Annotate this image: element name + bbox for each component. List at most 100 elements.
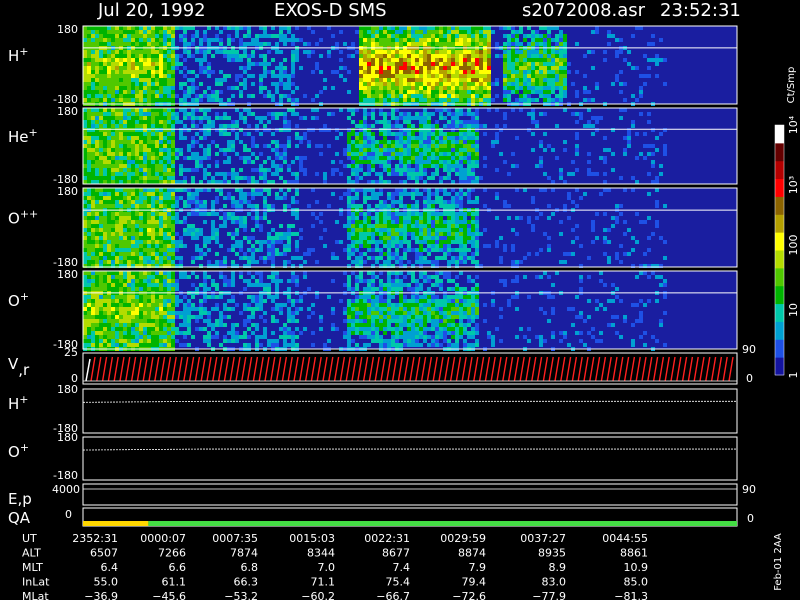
spectrogram-cell (375, 160, 379, 164)
spectrogram-cell (143, 50, 147, 54)
spectrogram-cell (115, 136, 119, 140)
spectrogram-cell (287, 38, 291, 42)
spectrogram-cell (483, 38, 487, 42)
spectrogram-cell (447, 140, 451, 144)
spectrogram-cell (423, 78, 427, 82)
spectrogram-cell (407, 42, 411, 46)
spectrogram-cell (471, 236, 475, 240)
spectrogram-cell (647, 42, 651, 46)
spectrogram-cell (451, 248, 455, 252)
spectrogram-cell (423, 94, 427, 98)
spectrogram-cell (515, 90, 519, 94)
spectrogram-cell (663, 82, 667, 86)
spectrogram-cell (87, 116, 91, 120)
spectrogram-cell (99, 224, 103, 228)
spectrogram-cell (371, 74, 375, 78)
spectrogram-cell (139, 42, 143, 46)
spectrogram-cell (271, 252, 275, 256)
spectrogram-cell (103, 152, 107, 156)
spectrogram-cell (459, 86, 463, 90)
spectrogram-cell (435, 244, 439, 248)
spectrogram-cell (83, 86, 87, 90)
spectrogram-cell (455, 212, 459, 216)
spectrogram-cell (103, 94, 107, 98)
spectrogram-cell (431, 98, 435, 102)
spectrogram-cell (447, 132, 451, 136)
spectrogram-cell (503, 34, 507, 38)
spectrogram-cell (123, 112, 127, 116)
spectrogram-cell (107, 42, 111, 46)
spectrogram-cell (207, 74, 211, 78)
spectrogram-cell (287, 120, 291, 124)
spectrogram-cell (95, 30, 99, 34)
spectrogram-cell (103, 128, 107, 132)
spectrogram-cell (119, 331, 123, 335)
spectrogram-cell (107, 26, 111, 30)
spectrogram-cell (167, 256, 171, 260)
spectrogram-cell (439, 160, 443, 164)
spectrogram-cell (615, 78, 619, 82)
spectrogram-cell (195, 34, 199, 38)
spectrogram-cell (127, 148, 131, 152)
spectrogram-cell (103, 224, 107, 228)
spectrogram-cell (191, 152, 195, 156)
spectrogram-cell (115, 66, 119, 70)
spectrogram-cell (247, 176, 251, 180)
spectrogram-cell (463, 70, 467, 74)
spectrogram-cell (659, 164, 663, 168)
spectrogram-cell (95, 212, 99, 216)
spectrogram-cell (295, 200, 299, 204)
spectrogram-cell (131, 116, 135, 120)
spectrogram-cell (167, 240, 171, 244)
spectrogram-cell (231, 204, 235, 208)
spectrogram-cell (227, 58, 231, 62)
spectrogram-cell (423, 220, 427, 224)
spectrogram-cell (283, 160, 287, 164)
spectrogram-cell (463, 260, 467, 264)
spectrogram-cell (243, 132, 247, 136)
spectrogram-cell (111, 82, 115, 86)
spectrogram-cell (159, 236, 163, 240)
spectrogram-cell (87, 248, 91, 252)
spectrogram-cell (403, 180, 407, 184)
spectrogram-cell (87, 58, 91, 62)
spectrogram-cell (287, 204, 291, 208)
spectrogram-cell (415, 136, 419, 140)
spectrogram-cell (515, 260, 519, 264)
spectrogram-cell (379, 66, 383, 70)
spectrogram-cell (543, 54, 547, 58)
spectrogram-cell (455, 26, 459, 30)
spectrogram-cell (555, 78, 559, 82)
spectrogram-cell (559, 90, 563, 94)
spectrogram-cell (519, 78, 523, 82)
spectrogram-cell (563, 54, 567, 58)
spectrogram-cell (547, 176, 551, 180)
spectrogram-cell (523, 86, 527, 90)
spectrogram-cell (119, 224, 123, 228)
spectrogram-cell (467, 172, 471, 176)
spectrogram-cell (551, 66, 555, 70)
spectrogram-cell (375, 148, 379, 152)
spectrogram-cell (511, 42, 515, 46)
spectrogram-cell (95, 200, 99, 204)
spectrogram-cell (523, 94, 527, 98)
spectrogram-cell (367, 74, 371, 78)
spectrogram-cell (183, 94, 187, 98)
spectrogram-cell (359, 82, 363, 86)
spectrogram-cell (483, 50, 487, 54)
spectrogram-cell (99, 295, 103, 299)
spectrogram-cell (215, 196, 219, 200)
spectrogram-cell (195, 212, 199, 216)
spectrogram-cell (435, 108, 439, 112)
spectrogram-cell (243, 82, 247, 86)
spectrogram-cell (543, 34, 547, 38)
spectrogram-cell (203, 90, 207, 94)
spectrogram-cell (447, 164, 451, 168)
spectrogram-cell (275, 112, 279, 116)
spectrogram-cell (407, 82, 411, 86)
spectrogram-cell (411, 188, 415, 192)
spectrogram-cell (503, 26, 507, 30)
spectrogram-cell (107, 287, 111, 291)
spectrogram-cell (183, 26, 187, 30)
spectrogram-cell (383, 54, 387, 58)
